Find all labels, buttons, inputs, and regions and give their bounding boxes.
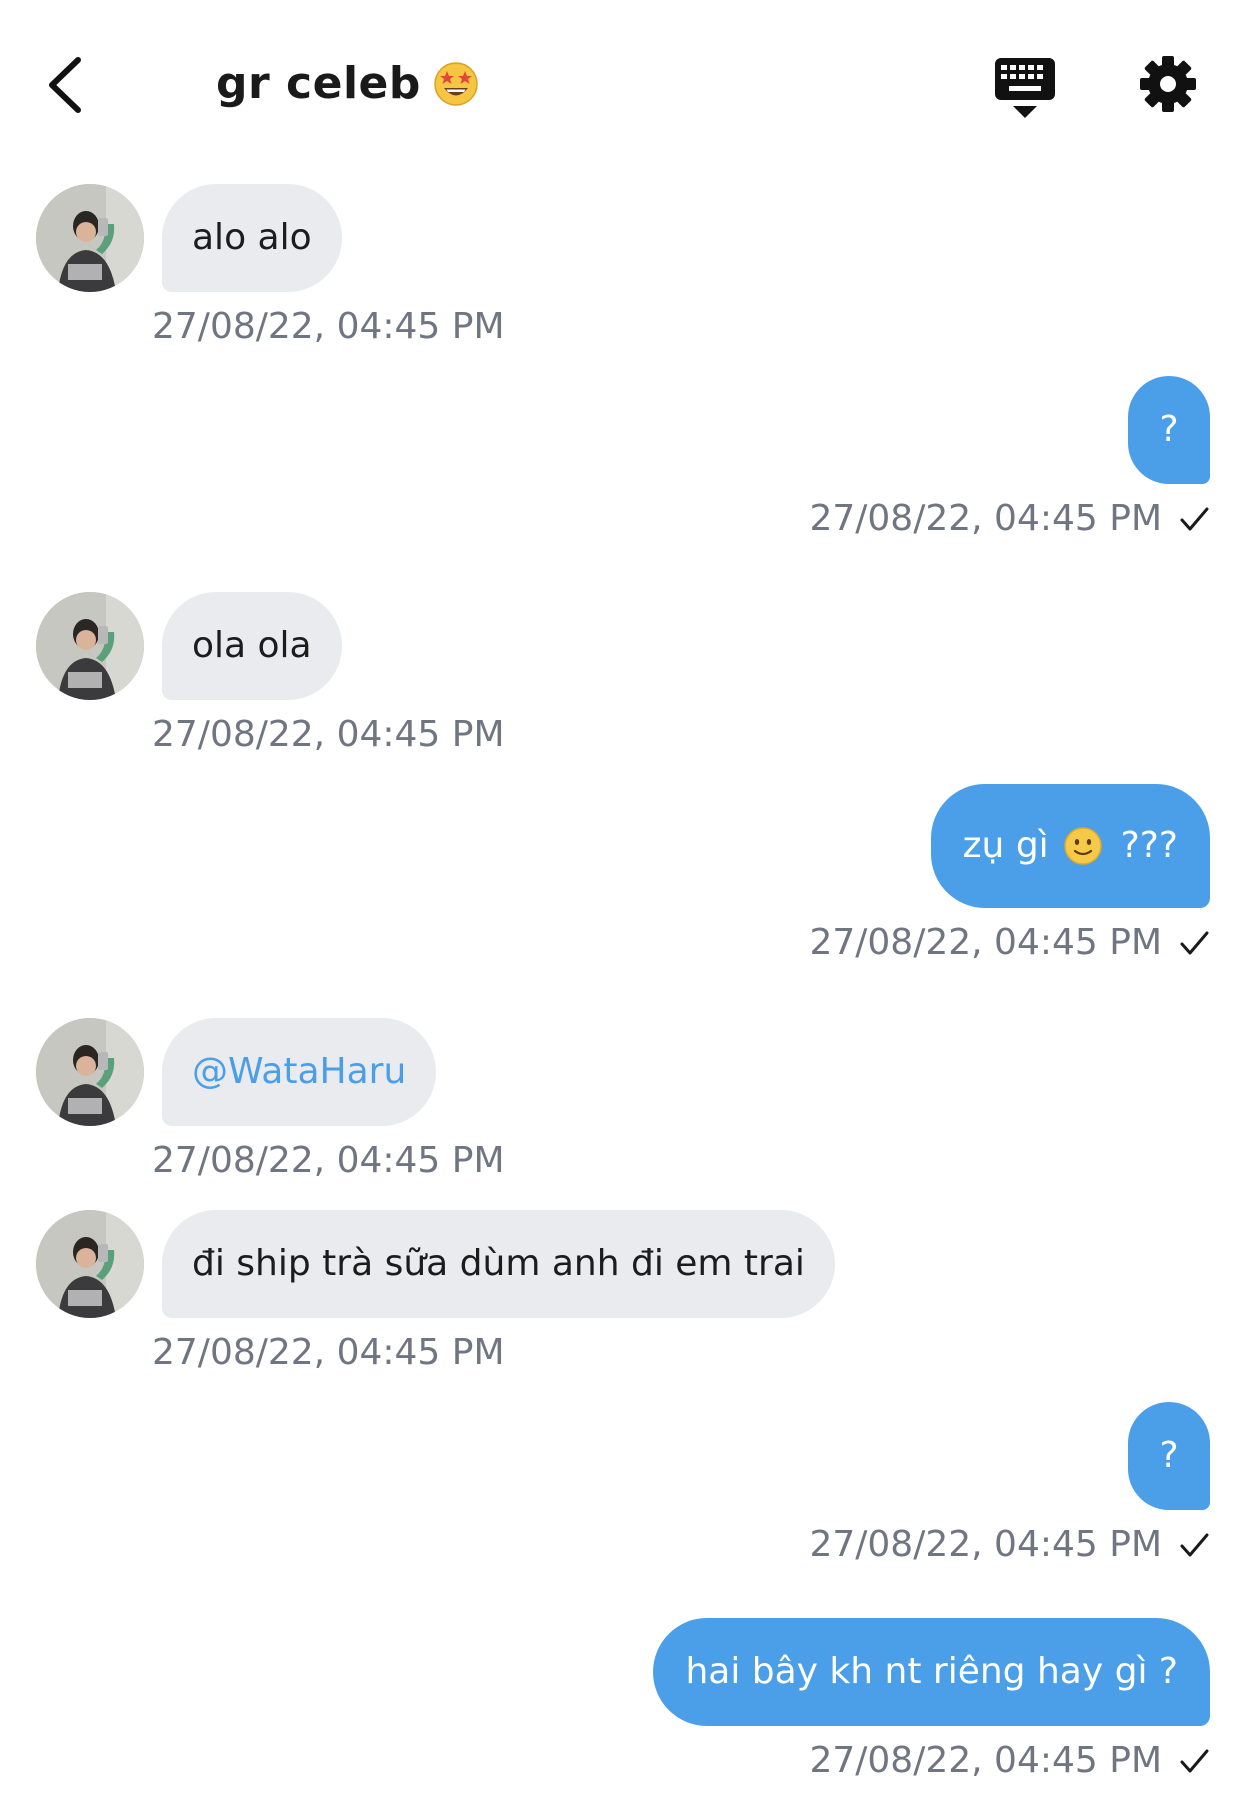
avatar[interactable] bbox=[36, 592, 144, 700]
message-timestamp: 27/08/22, 04:45 PM bbox=[152, 1332, 505, 1373]
message-bubble[interactable]: zụ gì ??? bbox=[930, 784, 1210, 908]
message-timestamp: 27/08/22, 04:45 PM bbox=[809, 1524, 1210, 1565]
avatar[interactable] bbox=[36, 1210, 144, 1318]
star-struck-emoji bbox=[434, 61, 478, 106]
message-bubble[interactable]: alo alo bbox=[162, 184, 342, 292]
checkmark-icon bbox=[1180, 507, 1209, 530]
avatar-photo bbox=[36, 1210, 144, 1318]
avatar[interactable] bbox=[36, 184, 144, 292]
message-timestamp: 27/08/22, 04:45 PM bbox=[809, 1740, 1210, 1781]
avatar-photo bbox=[36, 592, 144, 700]
message-timestamp: 27/08/22, 04:45 PM bbox=[152, 306, 505, 347]
chat-title: gr celeb bbox=[216, 58, 421, 109]
timestamp-text: 27/08/22, 04:45 PM bbox=[809, 498, 1162, 539]
keyboard-hide-icon bbox=[995, 58, 1055, 118]
chevron-left-icon bbox=[49, 57, 81, 113]
checkmark-icon bbox=[1180, 931, 1209, 954]
message-timestamp: 27/08/22, 04:45 PM bbox=[809, 922, 1210, 963]
message-bubble[interactable]: @WataHaru bbox=[162, 1018, 437, 1126]
user-mention-link[interactable]: @WataHaru bbox=[192, 1054, 406, 1090]
avatar-photo bbox=[36, 184, 144, 292]
avatar-photo bbox=[36, 1018, 144, 1126]
timestamp-text: 27/08/22, 04:45 PM bbox=[809, 1740, 1162, 1781]
back-button[interactable] bbox=[38, 50, 98, 120]
message-bubble[interactable]: hai bây kh nt riêng hay gì ? bbox=[653, 1618, 1210, 1726]
message-timestamp: 27/08/22, 04:45 PM bbox=[152, 1140, 505, 1181]
message-text-part: ??? bbox=[1120, 825, 1178, 866]
checkmark-icon bbox=[1180, 1533, 1209, 1556]
settings-button[interactable] bbox=[1138, 54, 1198, 114]
timestamp-text: 27/08/22, 04:45 PM bbox=[809, 922, 1162, 963]
message-bubble[interactable]: ? bbox=[1128, 1402, 1210, 1510]
message-bubble[interactable]: ola ola bbox=[162, 592, 342, 700]
chat-header: gr celeb bbox=[0, 0, 1242, 170]
message-text-part: zụ gì bbox=[962, 825, 1049, 866]
message-timestamp: 27/08/22, 04:45 PM bbox=[809, 498, 1210, 539]
timestamp-text: 27/08/22, 04:45 PM bbox=[809, 1524, 1162, 1565]
chat-title-group: gr celeb bbox=[216, 58, 479, 109]
message-bubble[interactable]: ? bbox=[1128, 376, 1210, 484]
gear-icon bbox=[1140, 56, 1196, 112]
avatar[interactable] bbox=[36, 1018, 144, 1126]
message-timestamp: 27/08/22, 04:45 PM bbox=[152, 714, 505, 755]
message-bubble[interactable]: đi ship trà sữa dùm anh đi em trai bbox=[162, 1210, 835, 1318]
slightly-smiling-face-emoji bbox=[1063, 827, 1102, 865]
checkmark-icon bbox=[1180, 1749, 1209, 1772]
keyboard-toggle-button[interactable] bbox=[993, 56, 1057, 120]
